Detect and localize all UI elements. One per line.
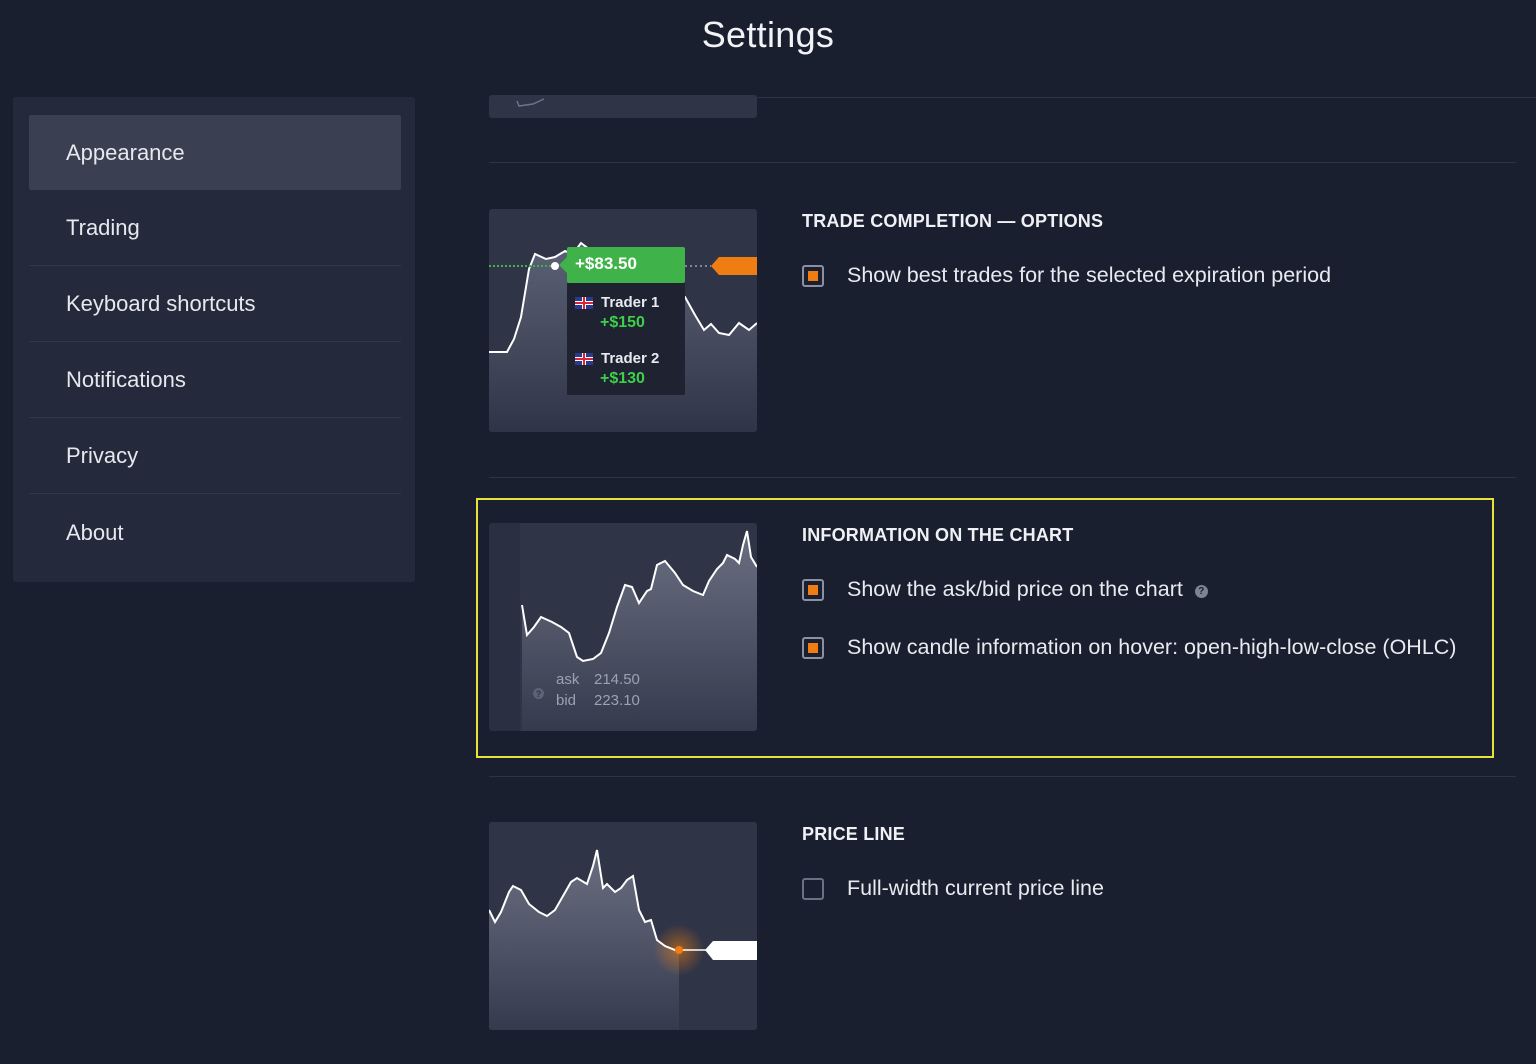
sidebar-item-about[interactable]: About [29,495,401,570]
trader-1-row: Trader 1 [575,294,659,311]
trader-2-row: Trader 2 [575,350,659,367]
checkbox-checked-icon [808,270,818,281]
full-width-price-line-checkbox[interactable] [802,877,824,900]
best-trades-option[interactable]: Show best trades for the selected expira… [802,263,1331,288]
sidebar-item-keyboard-shortcuts[interactable]: Keyboard shortcuts [29,267,401,342]
sidebar-item-privacy[interactable]: Privacy [29,419,401,494]
price-line-chart [489,822,757,1030]
best-trades-checkbox[interactable] [802,264,824,287]
divider [757,97,1536,98]
divider [489,477,1516,478]
sidebar-item-appearance[interactable]: Appearance [29,115,401,190]
trader-2-name: Trader 2 [601,350,660,367]
uk-flag-icon [575,352,593,365]
full-width-price-line-label: Full-width current price line [847,876,1104,900]
trade-completion-title: TRADE COMPLETION — OPTIONS [802,211,1104,231]
sidebar-item-notifications[interactable]: Notifications [29,343,401,418]
highlight-box [476,498,1494,758]
trade-completion-preview: +$83.50 Trader 1 +$150 Trader 2 +$130 [489,209,757,432]
settings-page: Settings Appearance Trading Keyboard sho… [0,0,1536,1064]
previous-preview-chart [516,98,545,107]
uk-flag-icon [575,296,593,309]
page-title: Settings [701,14,835,55]
best-trades-label: Show best trades for the selected expira… [847,263,1332,287]
sidebar-item-trading[interactable]: Trading [29,191,401,266]
trader-1-name: Trader 1 [601,294,660,311]
trader-1-amount: +$150 [600,314,645,331]
profit-label: +$83.50 [575,254,637,273]
full-width-price-line-option[interactable]: Full-width current price line [802,876,1104,901]
settings-sidebar: Appearance Trading Keyboard shortcuts No… [13,97,415,582]
divider [489,162,1516,163]
trader-2-amount: +$130 [600,370,645,387]
price-line-title: PRICE LINE [802,824,906,844]
divider [489,776,1516,777]
previous-preview-thumbnail [489,95,757,118]
price-line-preview [489,822,757,1030]
